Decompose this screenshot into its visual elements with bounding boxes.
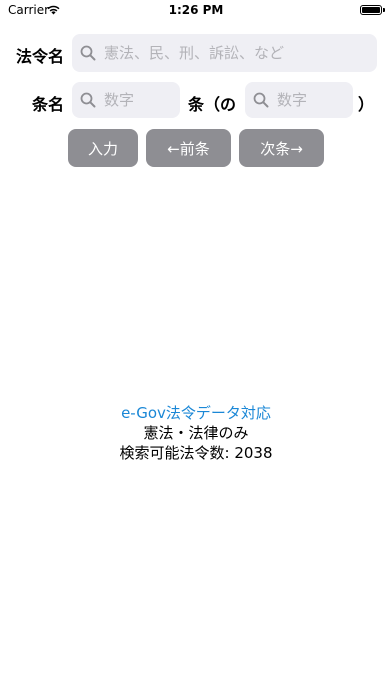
article-label: 条名 xyxy=(32,95,65,114)
search-icon xyxy=(253,92,269,108)
egov-link[interactable]: e-Gov法令データ対応 xyxy=(0,402,392,423)
enter-button[interactable]: 入力 xyxy=(68,129,138,167)
close-paren-label: ） xyxy=(358,95,375,114)
status-bar: Carrier 1:26 PM xyxy=(0,0,392,22)
previous-article-button[interactable]: ←前条 xyxy=(146,129,231,167)
search-icon xyxy=(80,92,96,108)
scope-text: 憲法・法律のみ xyxy=(143,424,249,442)
status-time: 1:26 PM xyxy=(168,3,224,17)
sub-article-input[interactable] xyxy=(277,91,353,109)
article-number-field[interactable] xyxy=(72,82,180,118)
battery-cap xyxy=(383,8,385,12)
article-number-input[interactable] xyxy=(104,91,180,109)
law-name-input[interactable] xyxy=(104,44,377,62)
law-count-text: 検索可能法令数: 2038 xyxy=(119,444,273,462)
article-suffix-label: 条（の xyxy=(188,95,237,114)
next-article-button[interactable]: 次条→ xyxy=(239,129,324,167)
law-name-field[interactable] xyxy=(72,34,377,72)
law-name-label: 法令名 xyxy=(16,47,65,66)
search-icon xyxy=(80,45,96,61)
sub-article-field[interactable] xyxy=(245,82,353,118)
battery-icon xyxy=(360,5,382,15)
